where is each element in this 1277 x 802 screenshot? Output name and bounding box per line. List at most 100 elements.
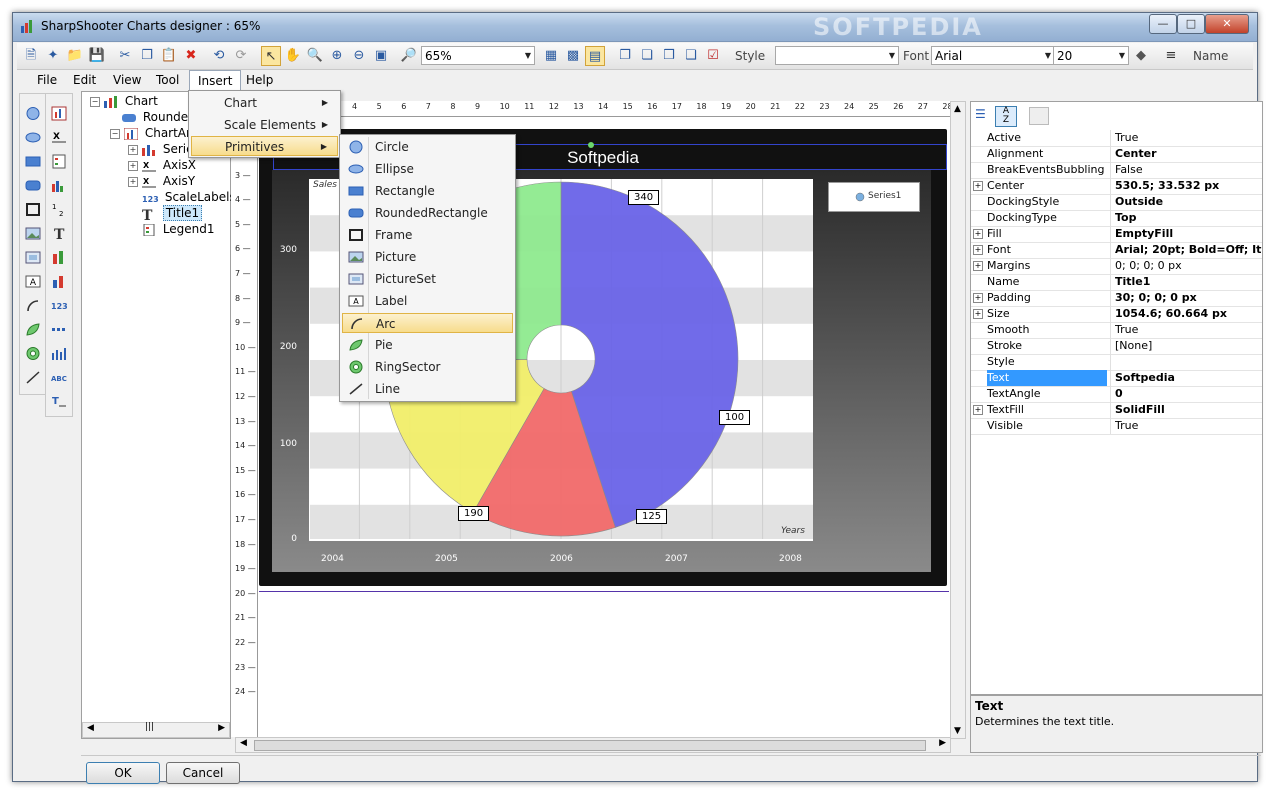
title-icon[interactable]: T	[51, 226, 67, 241]
paste-button[interactable]: 📋	[159, 46, 179, 66]
scroll-up-icon[interactable]: ▲	[954, 104, 961, 114]
tree-node-title[interactable]: T Title1	[142, 205, 203, 224]
style-combo[interactable]: ▼	[775, 46, 899, 65]
expand-icon[interactable]: +	[128, 145, 138, 155]
chevron-down-icon[interactable]: ▼	[522, 47, 534, 64]
circle-icon[interactable]	[25, 106, 41, 121]
element-tree[interactable]: − Chart RoundedRe − ChartArea1 + Series1…	[81, 91, 243, 739]
tree-node-legend[interactable]: Legend1	[142, 221, 215, 237]
property-row-center[interactable]: + Center 530.5; 33.532 px	[971, 178, 1262, 195]
fill-color-button[interactable]: ◆	[1131, 46, 1151, 66]
property-row-stroke[interactable]: Stroke [None]	[971, 338, 1262, 355]
stacked-series-icon[interactable]	[51, 274, 67, 289]
ringsector-icon[interactable]	[25, 346, 41, 361]
primitive-pie[interactable]: Pie	[342, 335, 513, 355]
undo-button[interactable]: ⟲	[209, 46, 229, 66]
ellipse-icon[interactable]	[25, 130, 41, 145]
property-value[interactable]: EmptyFill	[1115, 226, 1262, 242]
menu-edit[interactable]: Edit	[65, 70, 104, 90]
primitive-ringsector[interactable]: RingSector	[342, 357, 513, 377]
text-labels-icon[interactable]: ABC	[51, 370, 67, 385]
primitive-roundedrectangle[interactable]: RoundedRectangle	[342, 203, 513, 223]
scale-labels-icon[interactable]: 12	[51, 202, 67, 217]
wizard-button[interactable]: ✦	[43, 46, 63, 66]
property-value[interactable]: Softpedia	[1115, 370, 1262, 386]
chevron-down-icon[interactable]: ▼	[886, 47, 898, 64]
expand-icon[interactable]: +	[128, 161, 138, 171]
scroll-right-icon[interactable]: ▶	[218, 723, 225, 733]
property-value[interactable]: Center	[1115, 146, 1262, 162]
ok-button[interactable]: OK	[86, 762, 160, 784]
property-row-visible[interactable]: Visible True	[971, 418, 1262, 435]
pictureset-icon[interactable]	[25, 250, 41, 265]
expand-icon[interactable]: +	[128, 177, 138, 187]
property-row-alignment[interactable]: Alignment Center	[971, 146, 1262, 163]
line-style-button[interactable]: ≡	[1161, 46, 1181, 66]
scroll-down-icon[interactable]: ▼	[954, 726, 961, 736]
primitive-frame[interactable]: Frame	[342, 225, 513, 245]
legend-icon[interactable]	[51, 154, 67, 169]
tree-node-axisx[interactable]: X AxisX	[142, 157, 196, 173]
menu-item-chart[interactable]: Chart ▶	[191, 93, 338, 113]
property-pages-button[interactable]	[1029, 107, 1049, 125]
delete-button[interactable]: ✖	[181, 46, 201, 66]
expand-icon[interactable]: +	[973, 405, 983, 415]
zoom-tool-button[interactable]: 🔍	[305, 46, 325, 66]
property-row-text[interactable]: Text Softpedia	[971, 370, 1262, 387]
redo-button[interactable]: ⟳	[231, 46, 251, 66]
chart-area-icon[interactable]	[51, 106, 67, 121]
grid-button[interactable]: ▦	[541, 46, 561, 66]
cut-button[interactable]: ✂	[115, 46, 135, 66]
axis-title-icon[interactable]: T	[51, 394, 67, 409]
font-combo[interactable]: Arial ▼	[931, 46, 1055, 65]
property-value[interactable]: Top	[1115, 210, 1262, 226]
snap-button[interactable]: ▩	[563, 46, 583, 66]
copy-button[interactable]: ❐	[137, 46, 157, 66]
chart-title[interactable]: Softpedia	[488, 148, 718, 168]
histogram-icon[interactable]	[51, 346, 67, 361]
expand-icon[interactable]: +	[973, 245, 983, 255]
property-value[interactable]: 530.5; 33.532 px	[1115, 178, 1262, 194]
primitive-arc[interactable]: Arc	[342, 313, 513, 333]
maximize-button[interactable]: □	[1177, 14, 1205, 34]
open-button[interactable]: 📁	[65, 46, 85, 66]
markers-icon[interactable]	[51, 322, 67, 337]
cancel-button[interactable]: Cancel	[166, 762, 240, 784]
property-value[interactable]: True	[1115, 322, 1262, 338]
menu-tool[interactable]: Tool	[148, 70, 187, 90]
property-value[interactable]: 1054.6; 60.664 px	[1115, 306, 1262, 322]
menu-help[interactable]: Help	[238, 70, 281, 90]
categorized-button[interactable]: ☰	[975, 107, 993, 125]
primitive-pictureset[interactable]: PictureSet	[342, 269, 513, 289]
title-bar[interactable]: SharpShooter Charts designer : 65% SOFTP…	[13, 13, 1257, 42]
scroll-thumb[interactable]: |||	[145, 722, 154, 732]
label-icon[interactable]: A	[25, 274, 41, 289]
property-row-dockingtype[interactable]: DockingType Top	[971, 210, 1262, 227]
property-grid[interactable]: ☰ AZ Active True Alignment Center BreakEvent…	[970, 101, 1263, 695]
picture-icon[interactable]	[25, 226, 41, 241]
pointer-tool-button[interactable]: ↖	[261, 46, 281, 66]
expand-icon[interactable]: +	[973, 261, 983, 271]
scroll-left-icon[interactable]: ◀	[87, 723, 94, 733]
tree-node-axisy[interactable]: X AxisY	[142, 173, 195, 189]
zoom-out-button[interactable]: ⊖	[349, 46, 369, 66]
expand-icon[interactable]: +	[973, 181, 983, 191]
property-value[interactable]: Outside	[1115, 194, 1262, 210]
property-row-style[interactable]: Style	[971, 354, 1262, 371]
bring-front-button[interactable]: ❐	[615, 46, 635, 66]
save-button[interactable]: 💾	[87, 46, 107, 66]
property-row-active[interactable]: Active True	[971, 130, 1262, 147]
property-row-padding[interactable]: + Padding 30; 0; 0; 0 px	[971, 290, 1262, 307]
collapse-icon[interactable]: −	[110, 129, 120, 139]
bar-series-icon[interactable]	[51, 250, 67, 265]
menu-insert[interactable]: Insert	[189, 70, 242, 90]
primitive-picture[interactable]: Picture	[342, 247, 513, 267]
property-row-breakeventsbubbling[interactable]: BreakEventsBubbling False	[971, 162, 1262, 179]
property-row-name[interactable]: Name Title1	[971, 274, 1262, 291]
chart-legend[interactable]: Series1	[828, 182, 920, 212]
property-row-font[interactable]: + Font Arial; 20pt; Bold=Off; Italic	[971, 242, 1262, 259]
group-button[interactable]: ❒	[659, 46, 679, 66]
close-button[interactable]: ✕	[1205, 14, 1249, 34]
pan-tool-button[interactable]: ✋	[283, 46, 303, 66]
minimize-button[interactable]: —	[1149, 14, 1177, 34]
